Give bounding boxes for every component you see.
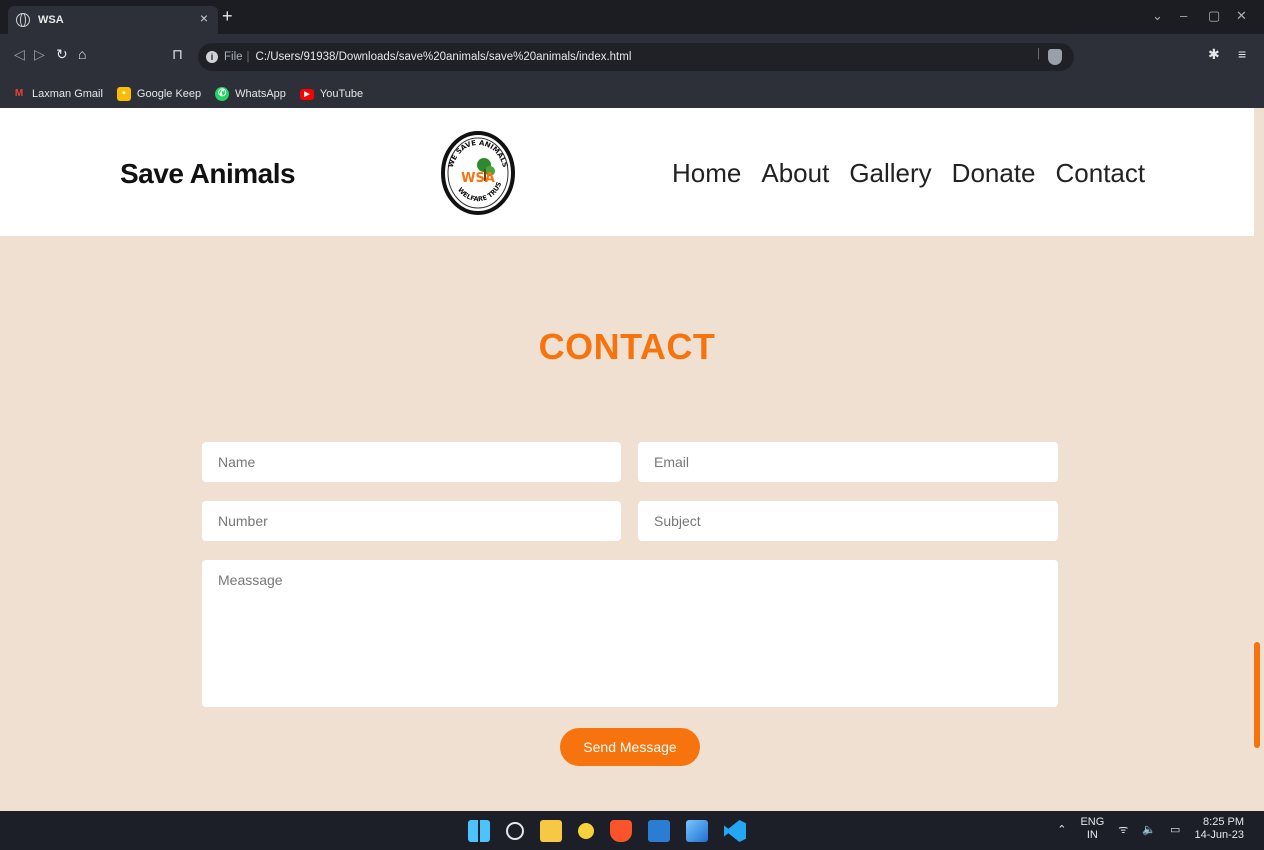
url-text: C:/Users/91938/Downloads/save%20animals/… (255, 51, 632, 63)
logo-center-text: WSA (461, 171, 495, 186)
home-icon[interactable]: ⌂ (78, 46, 86, 62)
clock[interactable]: 8:25 PM 14-Jun-23 (1194, 816, 1244, 842)
tab-search-icon[interactable]: ⌄ (1152, 8, 1163, 24)
menu-icon[interactable]: ≡ (1238, 46, 1246, 62)
nav-gallery[interactable]: Gallery (849, 158, 931, 189)
message-field[interactable] (202, 560, 1058, 707)
clock-date: 14-Jun-23 (1194, 829, 1244, 841)
subject-field[interactable] (638, 501, 1058, 541)
youtube-icon: ▶ (299, 88, 314, 100)
contact-title: CONTACT (538, 326, 716, 367)
minimize-icon[interactable]: – (1180, 8, 1187, 23)
gmail-icon: M (14, 88, 24, 99)
taskbar-apps (468, 820, 746, 842)
bookmark-label: Google Keep (136, 88, 202, 100)
close-window-icon[interactable]: ✕ (1236, 8, 1247, 24)
url-prefix: File (224, 51, 243, 63)
forward-icon[interactable]: ▷ (34, 46, 45, 63)
back-icon[interactable]: ◁ (14, 46, 25, 63)
restore-icon[interactable]: ▢ (1208, 8, 1220, 24)
tab-title: WSA (38, 14, 64, 26)
send-message-button[interactable]: Send Message (560, 728, 700, 766)
site-header: Save Animals WE SAVE ANIMALS WSA WELFARE… (0, 108, 1254, 236)
number-field[interactable] (202, 501, 621, 541)
lang-bottom: IN (1086, 829, 1098, 841)
address-bar[interactable]: i File | C:/Users/91938/Downloads/save%2… (198, 43, 1074, 71)
nav-home[interactable]: Home (672, 158, 741, 189)
search-icon[interactable] (506, 822, 524, 840)
vscode-icon[interactable] (724, 820, 746, 842)
main-nav: Home About Gallery Donate Contact (672, 158, 1145, 189)
file-explorer-icon[interactable] (540, 820, 562, 842)
site-brand[interactable]: Save Animals (120, 158, 296, 190)
extensions-icon[interactable]: ✱ (1208, 46, 1220, 63)
nav-contact[interactable]: Contact (1056, 158, 1146, 189)
clock-time: 8:25 PM (1203, 816, 1244, 828)
browser-tab[interactable]: WSA × (8, 6, 218, 34)
bookmark-gmail[interactable]: M Laxman Gmail (12, 87, 103, 101)
battery-icon[interactable]: ▭ (1170, 823, 1180, 836)
email-field[interactable] (638, 442, 1058, 482)
nav-about[interactable]: About (761, 158, 829, 189)
brave-icon[interactable] (610, 820, 632, 842)
bookmark-youtube[interactable]: ▶ YouTube (299, 88, 364, 100)
urlbar-divider: | (1037, 48, 1040, 60)
wifi-icon[interactable]: ᯤ (1118, 822, 1128, 837)
weather-icon[interactable] (578, 823, 594, 839)
chevron-up-icon[interactable]: ⌃ (1057, 823, 1066, 836)
bookmark-label: Laxman Gmail (32, 88, 103, 100)
windows-taskbar: ⌃ ENG IN ᯤ 🔈 ▭ 8:25 PM 14-Jun-23 (0, 811, 1264, 850)
scrollbar-thumb[interactable] (1254, 642, 1260, 748)
close-tab-icon[interactable]: × (200, 10, 208, 26)
windows-start-icon[interactable] (468, 820, 490, 842)
site-info-icon[interactable]: i (206, 51, 218, 63)
reload-icon[interactable]: ↻ (56, 46, 68, 63)
word-icon[interactable] (648, 820, 670, 842)
bookmark-label: WhatsApp (235, 88, 286, 100)
system-tray: ⌃ ENG IN ᯤ 🔈 ▭ 8:25 PM 14-Jun-23 (1057, 816, 1244, 842)
photos-icon[interactable] (686, 820, 708, 842)
new-tab-button[interactable]: + (222, 6, 233, 26)
whatsapp-icon: ✆ (215, 87, 230, 101)
bookmark-whatsapp[interactable]: ✆ WhatsApp (215, 87, 286, 101)
browser-tab-strip: WSA × + ⌄ – ▢ ✕ (0, 0, 1264, 34)
google-keep-icon: ▪ (116, 87, 131, 101)
lang-top: ENG (1080, 816, 1105, 828)
bookmark-google-keep[interactable]: ▪ Google Keep (116, 87, 202, 101)
nav-donate[interactable]: Donate (952, 158, 1036, 189)
url-separator: | (246, 51, 250, 63)
name-field[interactable] (202, 442, 621, 482)
wsa-logo: WE SAVE ANIMALS WSA WELFARE TRUST (440, 131, 515, 215)
volume-icon[interactable]: 🔈 (1142, 823, 1156, 836)
brave-shield-icon[interactable] (1048, 49, 1062, 65)
bookmark-icon[interactable]: ⊓ (172, 46, 183, 63)
bookmark-label: YouTube (319, 88, 364, 100)
language-indicator[interactable]: ENG IN (1080, 816, 1104, 842)
globe-icon (16, 13, 30, 27)
bookmarks-bar: M Laxman Gmail ▪ Google Keep ✆ WhatsApp … (0, 80, 1264, 108)
